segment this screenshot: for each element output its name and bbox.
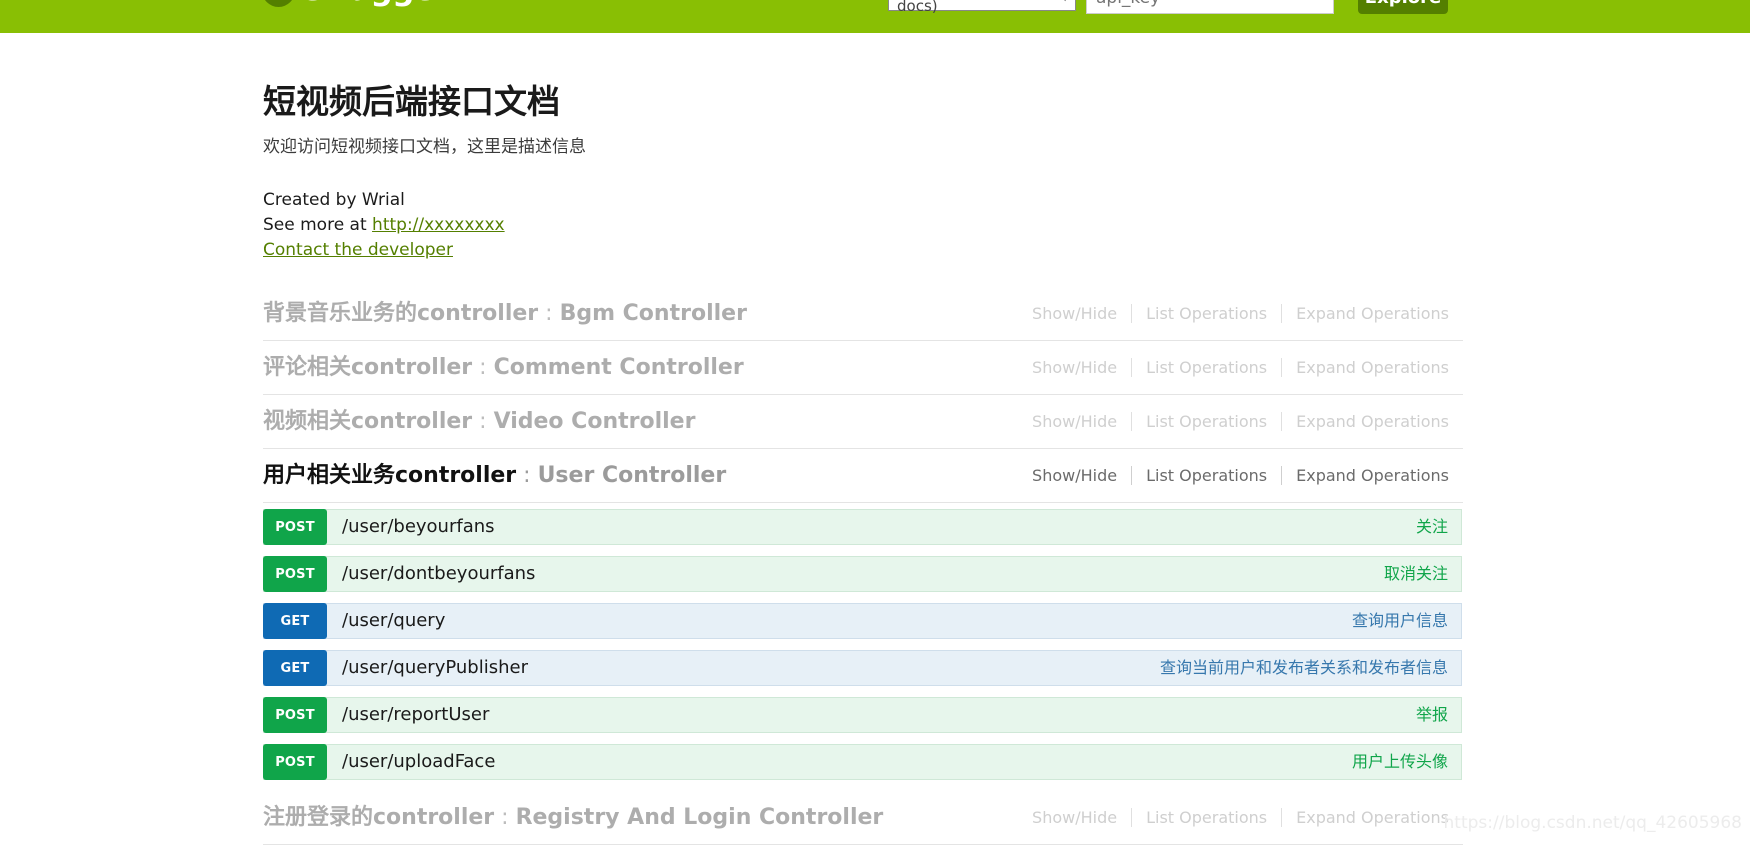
page-description: 欢迎访问短视频接口文档，这里是描述信息	[263, 137, 586, 158]
endpoint-row-user-queryPublisher[interactable]: GET /user/queryPublisher 查询当前用户和发布者关系和发布…	[263, 650, 1462, 687]
endpoint-row-user-dontbeyourfans[interactable]: POST /user/dontbeyourfans 取消关注	[263, 556, 1462, 593]
endpoint-path[interactable]: /user/query	[327, 604, 445, 638]
see-more-line: See more at http://xxxxxxxx	[263, 213, 1463, 238]
resource-title: 评论相关controller : Comment Controller	[263, 354, 744, 380]
show-hide-link[interactable]: Show/Hide	[1018, 412, 1131, 431]
resource-title-en: Bgm Controller	[559, 300, 747, 326]
endpoint-summary: 举报	[1415, 705, 1448, 725]
resource-title: 用户相关业务controller : User Controller	[263, 462, 727, 488]
endpoint-summary: 查询用户信息	[1351, 611, 1448, 631]
contact-line: Contact the developer	[263, 238, 1463, 263]
resource-operations: Show/Hide List Operations Expand Operati…	[1018, 287, 1463, 340]
endpoint-path[interactable]: /user/reportUser	[327, 698, 489, 732]
swagger-topbar: {…} swagger default (/v2/api-docs) ▼ Exp…	[0, 0, 1750, 33]
list-operations-link[interactable]: List Operations	[1132, 412, 1281, 431]
expand-operations-link[interactable]: Expand Operations	[1282, 808, 1463, 827]
show-hide-link[interactable]: Show/Hide	[1018, 358, 1131, 377]
resource-title-separator: :	[516, 462, 538, 488]
expand-operations-link[interactable]: Expand Operations	[1282, 466, 1463, 485]
resource-title-separator: :	[538, 300, 560, 326]
resource-list: 背景音乐业务的controller : Bgm Controller Show/…	[263, 263, 1463, 846]
api-docs-select-value: default (/v2/api-docs)	[897, 0, 938, 15]
resource-title-en: Registry And Login Controller	[515, 804, 884, 830]
watermark: https://blog.csdn.net/qq_42605968	[1443, 813, 1742, 833]
resource-title-en: User Controller	[537, 462, 727, 488]
resource-operations: Show/Hide List Operations Expand Operati…	[1018, 395, 1463, 448]
show-hide-link[interactable]: Show/Hide	[1018, 808, 1131, 827]
endpoint-path[interactable]: /user/uploadFace	[327, 745, 495, 779]
endpoint-summary: 查询当前用户和发布者关系和发布者信息	[1159, 658, 1448, 678]
explore-button[interactable]: Explore	[1358, 0, 1448, 14]
see-more-label: See more at	[263, 215, 373, 236]
resource-title-separator: :	[472, 408, 494, 434]
http-method-badge: GET	[263, 650, 327, 687]
resource-title-cn: 背景音乐业务的controller	[263, 300, 539, 326]
endpoint-row-user-query[interactable]: GET /user/query 查询用户信息	[263, 603, 1462, 640]
resource-title-separator: :	[494, 804, 516, 830]
api-key-input[interactable]	[1086, 0, 1334, 14]
page-title: 短视频后端接口文档	[263, 82, 560, 121]
resource-header-user-controller[interactable]: 用户相关业务controller : User Controller Show/…	[263, 449, 1463, 504]
endpoint-row-user-beyourfans[interactable]: POST /user/beyourfans 关注	[263, 509, 1462, 546]
swagger-braces-icon: {…}	[262, 0, 295, 7]
endpoint-path[interactable]: /user/beyourfans	[327, 510, 495, 544]
endpoint-summary: 取消关注	[1383, 564, 1448, 584]
resource-title-cn: 评论相关controller	[263, 354, 473, 380]
resource-operations: Show/Hide List Operations Expand Operati…	[1018, 449, 1463, 502]
resource-header-registry-and-login-controller[interactable]: 注册登录的controller : Registry And Login Con…	[263, 791, 1463, 846]
contact-developer-link[interactable]: Contact the developer	[263, 240, 453, 260]
list-operations-link[interactable]: List Operations	[1132, 304, 1281, 323]
list-operations-link[interactable]: List Operations	[1132, 358, 1281, 377]
created-by-line: Created by Wrial	[263, 190, 405, 211]
http-method-badge: POST	[263, 744, 327, 781]
main-content: 短视频后端接口文档 欢迎访问短视频接口文档，这里是描述信息 Created by…	[263, 33, 1463, 846]
chevron-down-icon: ▼	[1061, 0, 1069, 3]
endpoint-list: POST /user/beyourfans 关注 POST /user/dont…	[263, 503, 1463, 781]
show-hide-link[interactable]: Show/Hide	[1018, 466, 1131, 485]
resource-title-en: Comment Controller	[493, 354, 744, 380]
show-hide-link[interactable]: Show/Hide	[1018, 304, 1131, 323]
endpoint-row-user-reportUser[interactable]: POST /user/reportUser 举报	[263, 697, 1462, 734]
http-method-badge: POST	[263, 509, 327, 546]
endpoint-row-user-uploadFace[interactable]: POST /user/uploadFace 用户上传头像	[263, 744, 1462, 781]
resource-title-en: Video Controller	[493, 408, 696, 434]
endpoint-summary: 用户上传头像	[1351, 752, 1448, 772]
resource-title: 背景音乐业务的controller : Bgm Controller	[263, 300, 747, 326]
http-method-badge: POST	[263, 556, 327, 593]
swagger-logo-text: swagger	[304, 0, 450, 6]
expand-operations-link[interactable]: Expand Operations	[1282, 412, 1463, 431]
resource-title-cn: 视频相关controller	[263, 408, 473, 434]
resource-header-video-controller[interactable]: 视频相关controller : Video Controller Show/H…	[263, 395, 1463, 450]
see-more-link[interactable]: http://xxxxxxxx	[372, 215, 505, 235]
resource-header-comment-controller[interactable]: 评论相关controller : Comment Controller Show…	[263, 341, 1463, 396]
resource-title-cn: 注册登录的controller	[263, 804, 495, 830]
list-operations-link[interactable]: List Operations	[1132, 466, 1281, 485]
http-method-badge: POST	[263, 697, 327, 734]
expand-operations-link[interactable]: Expand Operations	[1282, 304, 1463, 323]
api-docs-select[interactable]: default (/v2/api-docs) ▼	[888, 0, 1076, 15]
endpoint-path[interactable]: /user/dontbeyourfans	[327, 557, 535, 591]
list-operations-link[interactable]: List Operations	[1132, 808, 1281, 827]
resource-title-separator: :	[472, 354, 494, 380]
expand-operations-link[interactable]: Expand Operations	[1282, 358, 1463, 377]
resource-title-cn: 用户相关业务controller	[263, 462, 517, 488]
resource-operations: Show/Hide List Operations Expand Operati…	[1018, 341, 1463, 394]
http-method-badge: GET	[263, 603, 327, 640]
resource-title: 视频相关controller : Video Controller	[263, 408, 696, 434]
resource-header-bgm-controller[interactable]: 背景音乐业务的controller : Bgm Controller Show/…	[263, 287, 1463, 342]
resource-operations: Show/Hide List Operations Expand Operati…	[1018, 791, 1463, 844]
doc-meta: Created by Wrial See more at http://xxxx…	[263, 158, 1463, 263]
endpoint-summary: 关注	[1415, 517, 1448, 537]
swagger-logo[interactable]: {…} swagger	[262, 0, 450, 7]
endpoint-path[interactable]: /user/queryPublisher	[327, 651, 528, 685]
resource-title: 注册登录的controller : Registry And Login Con…	[263, 804, 884, 830]
